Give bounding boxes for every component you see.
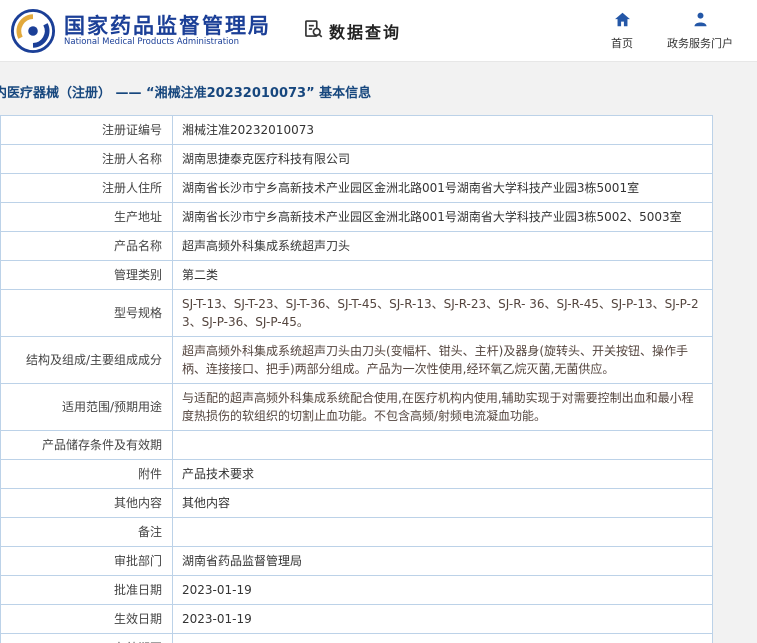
table-row: 管理类别 第二类 xyxy=(0,260,713,290)
table-row: 适用范围/预期用途 与适配的超声高频外科集成系统配合使用,在医疗机构内使用,辅助… xyxy=(0,383,713,431)
table-row: 审批部门 湖南省药品监督管理局 xyxy=(0,546,713,576)
row-value: 2023-01-19 xyxy=(172,575,713,605)
row-label: 型号规格 xyxy=(0,289,173,337)
row-label: 批准日期 xyxy=(0,575,173,605)
site-header: 国家药品监督管理局 National Medical Products Admi… xyxy=(0,0,757,62)
row-value: 产品技术要求 xyxy=(172,459,713,489)
table-row: 注册人住所 湖南省长沙市宁乡高新技术产业园区金洲北路001号湖南省大学科技产业园… xyxy=(0,173,713,203)
user-icon xyxy=(692,11,709,32)
row-label: 审批部门 xyxy=(0,546,173,576)
row-value: 湖南省药品监督管理局 xyxy=(172,546,713,576)
row-label: 注册人名称 xyxy=(0,144,173,174)
table-row: 生效日期 2023-01-19 xyxy=(0,604,713,634)
table-row: 有效期至 2028-01-18 xyxy=(0,633,713,643)
org-name-cn: 国家药品监督管理局 xyxy=(64,13,271,38)
row-label: 附件 xyxy=(0,459,173,489)
row-label: 产品储存条件及有效期 xyxy=(0,430,173,460)
table-row: 结构及组成/主要组成成分 超声高频外科集成系统超声刀头由刀头(变幅杆、钳头、主杆… xyxy=(0,336,713,384)
nav-home-label: 首页 xyxy=(611,36,633,50)
row-label: 注册人住所 xyxy=(0,173,173,203)
table-row: 型号规格 SJ-T-13、SJ-T-23、SJ-T-36、SJ-T-45、SJ-… xyxy=(0,289,713,337)
row-label: 生产地址 xyxy=(0,202,173,232)
table-row: 附件 产品技术要求 xyxy=(0,459,713,489)
org-name-en: National Medical Products Administration xyxy=(64,36,239,47)
home-icon xyxy=(614,11,631,32)
table-row: 生产地址 湖南省长沙市宁乡高新技术产业园区金洲北路001号湖南省大学科技产业园3… xyxy=(0,202,713,232)
page-title: 境内医疗器械（注册） —— “湘械注准20232010073” 基本信息 xyxy=(0,86,372,101)
row-value xyxy=(172,517,713,547)
row-label: 产品名称 xyxy=(0,231,173,261)
row-label: 生效日期 xyxy=(0,604,173,634)
nmpa-logo-icon xyxy=(10,8,56,54)
nav-home[interactable]: 首页 xyxy=(611,11,633,51)
table-row: 注册人名称 湖南思捷泰克医疗科技有限公司 xyxy=(0,144,713,174)
row-label: 结构及组成/主要组成成分 xyxy=(0,336,173,384)
data-query-section: 数据查询 xyxy=(303,19,401,43)
row-label: 其他内容 xyxy=(0,488,173,518)
row-value: 与适配的超声高频外科集成系统配合使用,在医疗机构内使用,辅助实现于对需要控制出血… xyxy=(172,383,713,431)
row-value: 2028-01-18 xyxy=(172,633,713,643)
row-label: 注册证编号 xyxy=(0,115,173,145)
row-value: 2023-01-19 xyxy=(172,604,713,634)
row-value: 湖南省长沙市宁乡高新技术产业园区金洲北路001号湖南省大学科技产业园3栋5001… xyxy=(172,173,713,203)
row-label: 备注 xyxy=(0,517,173,547)
data-query-icon xyxy=(303,19,323,43)
row-value: 其他内容 xyxy=(172,488,713,518)
row-label: 有效期至 xyxy=(0,633,173,643)
table-row: 产品名称 超声高频外科集成系统超声刀头 xyxy=(0,231,713,261)
section-title: 数据查询 xyxy=(329,22,402,42)
nav-portal[interactable]: 政务服务门户 xyxy=(667,11,733,51)
row-value: 超声高频外科集成系统超声刀头 xyxy=(172,231,713,261)
table-row: 备注 xyxy=(0,517,713,547)
table-row: 批准日期 2023-01-19 xyxy=(0,575,713,605)
row-value: 湖南省长沙市宁乡高新技术产业园区金洲北路001号湖南省大学科技产业园3栋5002… xyxy=(172,202,713,232)
row-value: 第二类 xyxy=(172,260,713,290)
row-value xyxy=(172,430,713,460)
registration-info-table: 注册证编号 湘械注准20232010073 注册人名称 湖南思捷泰克医疗科技有限… xyxy=(0,115,713,643)
table-row: 注册证编号 湘械注准20232010073 xyxy=(0,115,713,145)
nav-portal-label: 政务服务门户 xyxy=(667,36,733,50)
row-value: 湘械注准20232010073 xyxy=(172,115,713,145)
row-value: SJ-T-13、SJ-T-23、SJ-T-36、SJ-T-45、SJ-R-13、… xyxy=(172,289,713,337)
row-label: 管理类别 xyxy=(0,260,173,290)
row-value: 湖南思捷泰克医疗科技有限公司 xyxy=(172,144,713,174)
header-nav: 首页 政务服务门户 xyxy=(611,11,739,51)
table-row: 其他内容 其他内容 xyxy=(0,488,713,518)
org-name: 国家药品监督管理局 National Medical Products Admi… xyxy=(64,14,271,48)
row-label: 适用范围/预期用途 xyxy=(0,383,173,431)
table-row: 产品储存条件及有效期 xyxy=(0,430,713,460)
page-content: 境内医疗器械（注册） —— “湘械注准20232010073” 基本信息 注册证… xyxy=(0,62,757,643)
row-value: 超声高频外科集成系统超声刀头由刀头(变幅杆、钳头、主杆)及器身(旋转头、开关按钮… xyxy=(172,336,713,384)
